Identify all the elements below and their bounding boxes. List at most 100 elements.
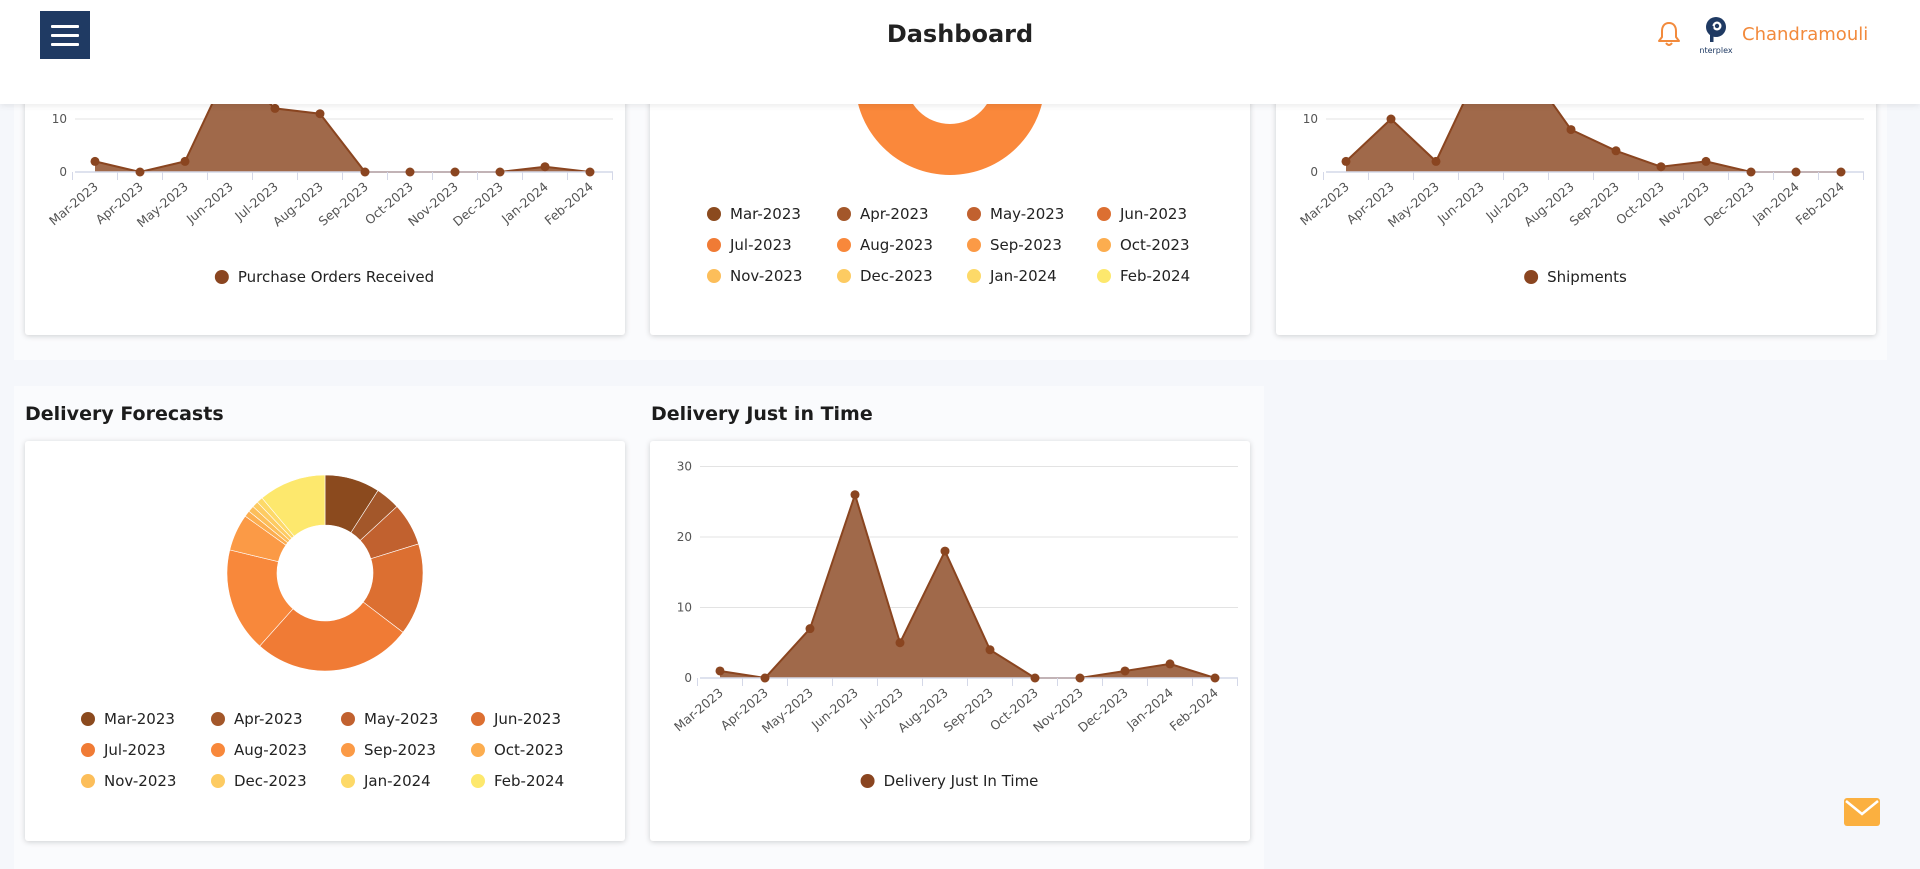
legend-label: Apr-2023	[860, 205, 929, 223]
x-tick-label: Jun-2023	[1434, 179, 1487, 227]
app-header: Dashboard nterplex Chandramouli	[0, 0, 1920, 104]
data-point	[715, 666, 725, 676]
legend-marker	[211, 712, 225, 726]
legend-item: Feb-2024	[1097, 267, 1190, 285]
y-tick-label: 20	[677, 530, 692, 544]
x-tick-label: Feb-2024	[541, 179, 595, 228]
legend-item: Purchase Orders Received	[214, 268, 434, 286]
legend-item: Sep-2023	[967, 236, 1062, 254]
donut-chart-top: Mar-2023 Apr-2023 May-2023 Jun-2023 Jul-2023…	[707, 80, 1190, 285]
hamburger-menu-button[interactable]	[40, 11, 90, 59]
data-point	[895, 638, 905, 648]
legend-label: Jul-2023	[729, 236, 792, 254]
legend-item: Nov-2023	[81, 772, 176, 790]
menu-icon-bar	[51, 42, 79, 46]
legend-marker	[837, 207, 851, 221]
legend-label: Feb-2024	[1120, 267, 1190, 285]
legend-label: Nov-2023	[104, 772, 176, 790]
legend-label: Jan-2024	[363, 772, 431, 790]
legend-item: Delivery Just In Time	[860, 772, 1038, 790]
y-tick-label: 0	[1310, 165, 1318, 179]
data-point	[1341, 156, 1351, 166]
legend-label: Jun-2023	[1119, 205, 1187, 223]
legend-marker	[707, 238, 721, 252]
legend-label: Aug-2023	[860, 236, 933, 254]
legend-label: Mar-2023	[730, 205, 801, 223]
legend-marker	[341, 774, 355, 788]
y-tick-label: 0	[684, 671, 692, 685]
legend-item: Apr-2023	[837, 205, 929, 223]
data-point	[90, 156, 100, 166]
legend-marker	[471, 712, 485, 726]
legend-marker	[967, 238, 981, 252]
legend-item: Feb-2024	[471, 772, 564, 790]
area-fill	[720, 494, 1215, 678]
y-tick-label: 10	[52, 112, 67, 126]
legend-label: Purchase Orders Received	[238, 268, 434, 286]
data-point	[985, 645, 995, 655]
legend-label: May-2023	[990, 205, 1064, 223]
data-point	[805, 624, 815, 634]
x-tick-label: Feb-2024	[1166, 685, 1220, 734]
legend-marker	[707, 269, 721, 283]
legend-item: Jun-2023	[1097, 205, 1187, 223]
menu-icon-bar	[51, 33, 79, 37]
legend-label: Feb-2024	[494, 772, 564, 790]
legend-label: Mar-2023	[104, 710, 175, 728]
y-tick-label: 0	[59, 165, 67, 179]
y-tick-label: 10	[1303, 112, 1318, 126]
legend-item: May-2023	[341, 710, 438, 728]
legend-label: Jan-2024	[989, 267, 1057, 285]
company-logo: nterplex	[1699, 17, 1733, 55]
legend-marker	[967, 269, 981, 283]
user-name-link[interactable]: Chandramouli	[1742, 24, 1868, 45]
legend-item: Oct-2023	[471, 741, 564, 759]
legend-item: Dec-2023	[211, 772, 307, 790]
legend-item: Jul-2023	[707, 236, 792, 254]
data-point	[1120, 666, 1130, 676]
x-tick-label: Sep-2023	[940, 685, 996, 735]
legend-item: Dec-2023	[837, 267, 933, 285]
legend-marker	[860, 774, 875, 788]
legend-marker	[837, 269, 851, 283]
x-tick-label: Jun-2023	[183, 179, 236, 227]
data-point	[1386, 114, 1396, 124]
data-point	[540, 162, 550, 172]
data-point	[1746, 167, 1756, 177]
legend-marker	[341, 743, 355, 757]
x-tick-label: Aug-2023	[895, 685, 951, 736]
x-tick-label: Jun-2023	[808, 685, 861, 733]
legend-marker	[81, 743, 95, 757]
legend-marker	[1097, 238, 1111, 252]
legend-item: Shipments	[1524, 268, 1627, 286]
legend-label: Sep-2023	[364, 741, 436, 759]
legend-item: Aug-2023	[837, 236, 933, 254]
bell-icon[interactable]	[1656, 20, 1682, 48]
data-point	[1791, 167, 1801, 177]
purchase-orders-chart: 010Mar-2023Apr-2023May-2023Jun-2023Jul-2…	[46, 80, 613, 286]
legend-marker	[211, 743, 225, 757]
legend-marker	[81, 712, 95, 726]
data-point	[180, 156, 190, 166]
data-point	[1566, 125, 1576, 135]
data-point	[850, 490, 860, 500]
section-title-delivery-forecasts: Delivery Forecasts	[25, 403, 224, 425]
delivery-forecasts-chart: Mar-2023 Apr-2023 May-2023 Jun-2023 Jul-2023…	[81, 474, 564, 790]
data-point	[1701, 156, 1711, 166]
legend-item: Oct-2023	[1097, 236, 1190, 254]
legend-label: Oct-2023	[1120, 236, 1190, 254]
data-point	[1210, 673, 1220, 683]
legend-item: Jan-2024	[967, 267, 1057, 285]
data-point	[1431, 156, 1441, 166]
data-point	[1836, 167, 1846, 177]
x-tick-label: Mar-2023	[1297, 179, 1352, 228]
x-tick-label: Aug-2023	[270, 179, 326, 230]
delivery-just-in-time-chart: 0102030Mar-2023Apr-2023May-2023Jun-2023J…	[671, 460, 1238, 790]
legend-label: Aug-2023	[234, 741, 307, 759]
legend-label: Apr-2023	[234, 710, 303, 728]
section-title-delivery-just-in-time: Delivery Just in Time	[651, 403, 873, 425]
legend-marker	[214, 270, 229, 284]
mail-icon[interactable]	[1844, 798, 1880, 826]
data-point	[450, 167, 460, 177]
data-point	[1656, 162, 1666, 172]
